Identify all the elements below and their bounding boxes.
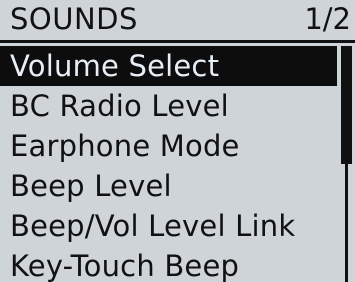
sounds-menu-list: Volume Select BC Radio Level Earphone Mo… [0, 46, 337, 282]
menu-item-beep-vol-level-link[interactable]: Beep/Vol Level Link [0, 206, 337, 246]
sounds-menu-screen: SOUNDS 1/2 Volume Select BC Radio Level … [0, 0, 355, 282]
menu-scrollbar[interactable] [341, 46, 352, 282]
menu-item-label: Key-Touch Beep [10, 249, 240, 282]
menu-title: SOUNDS [10, 2, 138, 36]
menu-item-label: Beep/Vol Level Link [10, 209, 296, 243]
menu-item-label: Earphone Mode [10, 129, 240, 163]
menu-item-volume-select[interactable]: Volume Select [0, 46, 337, 86]
menu-item-earphone-mode[interactable]: Earphone Mode [0, 126, 337, 166]
menu-item-key-touch-beep[interactable]: Key-Touch Beep [0, 246, 337, 282]
menu-item-bc-radio-level[interactable]: BC Radio Level [0, 86, 337, 126]
menu-item-label: Beep Level [10, 169, 172, 203]
page-indicator: 1/2 [304, 2, 351, 36]
menu-item-label: Volume Select [10, 49, 220, 83]
menu-item-label: BC Radio Level [10, 89, 229, 123]
menu-header: SOUNDS 1/2 [0, 0, 355, 40]
header-divider [0, 40, 355, 43]
scrollbar-thumb[interactable] [341, 46, 352, 164]
menu-item-beep-level[interactable]: Beep Level [0, 166, 337, 206]
